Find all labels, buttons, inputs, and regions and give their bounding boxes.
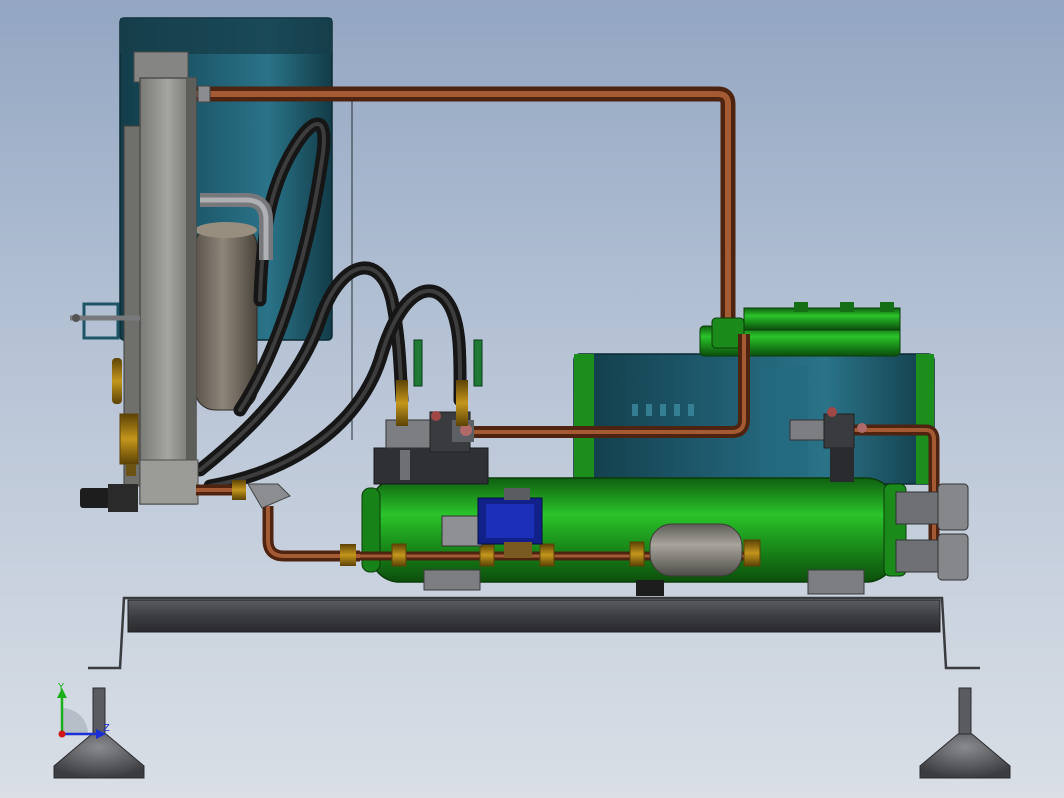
leveling-foot-right[interactable] [919,687,1011,779]
valve-cluster[interactable] [373,380,489,485]
filter-drier[interactable] [649,523,743,577]
triad-z-label: Z [103,723,110,734]
accumulator-vessel[interactable] [194,222,258,411]
compressor[interactable] [573,353,935,485]
triad-origin [58,730,66,738]
base-frame[interactable] [88,596,980,670]
cad-viewport[interactable]: Y Z [0,0,1064,798]
valve-handle-green[interactable] [413,339,483,387]
liquid-line[interactable] [196,480,360,566]
service-valve-left[interactable] [80,484,138,512]
triad-y-label: Y [57,682,65,693]
